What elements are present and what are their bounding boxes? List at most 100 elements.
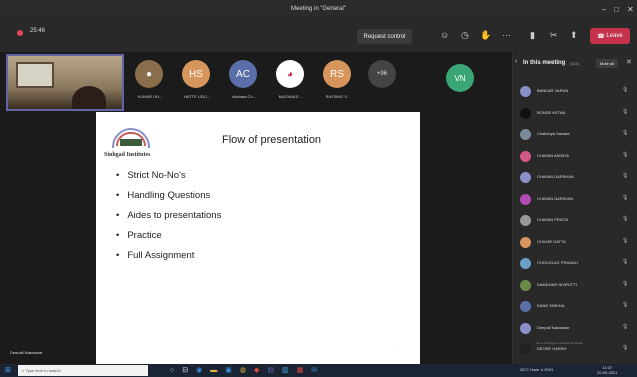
mic-muted-icon[interactable]: 🎙 [622, 195, 628, 201]
mic-muted-icon[interactable]: 🎙 [622, 281, 628, 287]
mic-muted-icon[interactable]: 🎙 [622, 345, 628, 351]
mic-muted-icon[interactable]: 🎙 [622, 324, 628, 330]
participant-name: CHAVAN DARSHAN [537, 174, 574, 179]
bullet-item: Strict No-No’s [116, 170, 221, 181]
taskbar-search[interactable]: ⌕ Type here to search [18, 365, 148, 376]
task-view-icon[interactable]: ○ [170, 365, 174, 376]
participant-row[interactable]: Chaitanya Sawant 🎙 [520, 127, 632, 141]
avatar [520, 258, 531, 269]
participants-icon[interactable]: ☺ [440, 31, 449, 40]
participant-row[interactable]: CHAVAN NARAYAN 🎙 [520, 192, 632, 206]
mic-muted-icon[interactable]: 🎙 [622, 87, 628, 93]
reactions-icon[interactable]: ✋ [480, 31, 491, 40]
slide-page-number: · [397, 347, 399, 352]
more-icon[interactable]: ··· [502, 31, 511, 40]
search-placeholder: Type here to search [25, 368, 61, 373]
file-explorer-icon[interactable]: ▬ [210, 365, 217, 376]
avatar [520, 344, 531, 355]
participant-name: BANKAR VARUN [537, 88, 569, 93]
mic-icon[interactable]: ✂ [550, 31, 558, 40]
participant-tile[interactable]: RS RAYSING S... [308, 60, 368, 110]
teams-icon[interactable]: ▤ [267, 365, 274, 376]
outlook-icon[interactable]: ✉ [311, 365, 317, 376]
self-video-tile[interactable] [6, 54, 124, 111]
bullet-item: Handling Questions [116, 190, 221, 201]
windows-start-icon[interactable]: ⊞ [5, 366, 11, 374]
maximize-button[interactable]: □ [614, 0, 619, 18]
panel-title: In this meeting [523, 60, 566, 66]
participant-row[interactable]: CHAVAN DARSHAN 🎙 [520, 170, 632, 184]
participant-row[interactable]: BANKAR VARUN 🎙 [520, 84, 632, 98]
participant-row[interactable]: DANE SNEHAL 🎙 [520, 299, 632, 313]
avatar [520, 107, 531, 119]
slide-bullets: Strict No-No’s Handling Questions Aides … [116, 170, 221, 270]
self-name-tag: Deepali Nawaskar [10, 350, 43, 355]
participant-row[interactable]: CHOUGULE PRANALI 🎙 [520, 256, 632, 270]
avatar: ● [135, 60, 163, 88]
taskbar-apps: ○ ⊟ ◉ ▬ ▣ ◍ ◆ ▤ ▥ ▦ ✉ [170, 365, 317, 376]
avatar: ◕ [276, 60, 304, 88]
participant-name: CHAVAN PRATIK [537, 217, 569, 222]
participant-name: Chaitanya Sawant [537, 131, 570, 136]
participant-name: BONDE KETAN [537, 109, 566, 115]
request-control-button[interactable]: Request control [357, 29, 412, 44]
avatar: RS [323, 60, 351, 88]
more-participants-button[interactable]: +96 [368, 60, 396, 88]
avatar [520, 129, 531, 140]
participant-row[interactable]: BONDE KETAN 🎙 [520, 106, 632, 120]
mic-muted-icon[interactable]: 🎙 [622, 302, 628, 308]
slide-title: Flow of presentation [222, 134, 322, 146]
person-silhouette [72, 86, 106, 109]
close-window-button[interactable]: ✕ [627, 0, 634, 18]
mic-muted-icon[interactable]: 🎙 [622, 259, 628, 265]
mic-muted-icon[interactable]: 🎙 [622, 216, 628, 222]
mic-muted-icon[interactable]: 🎙 [622, 173, 628, 179]
participant-row[interactable]: DAMDHAR NIVRUTTI 🎙 [520, 278, 632, 292]
app-icon[interactable]: ◆ [254, 365, 259, 376]
bullet-item: Full Assignment [116, 250, 221, 261]
participant-row[interactable]: CHILME DATTA 🎙 [520, 235, 632, 249]
shared-slide: Sinhgad Institutes Flow of presentation … [96, 112, 420, 364]
participant-row[interactable]: CHAVAN PRATIK 🎙 [520, 213, 632, 227]
leave-button[interactable]: ☎ Leave [590, 28, 630, 44]
avatar [520, 301, 531, 312]
avatar [520, 193, 531, 205]
mic-muted-icon[interactable]: 🎙 [622, 109, 628, 115]
participant-name: DEORE HARSH [537, 346, 567, 351]
participant-name: CHAVAN NARAYAN [537, 195, 573, 201]
participant-row[interactable]: Deepali Nawaskar 🎙 [520, 321, 632, 335]
taskbar-clock[interactable]: 11:07 20-09-2021 [597, 365, 617, 375]
participant-name: DAMDHAR NIVRUTTI [537, 281, 577, 287]
share-icon[interactable]: ⬆ [570, 31, 578, 40]
edge-icon[interactable]: ◉ [196, 365, 202, 376]
meeting-timer: 25:46 [30, 28, 46, 34]
chevron-left-icon[interactable]: ‹ [515, 58, 517, 65]
window-title: Meeting in "General" [291, 6, 346, 12]
store-icon[interactable]: ▣ [225, 365, 232, 376]
close-icon[interactable]: ✕ [626, 58, 632, 66]
avatar [520, 215, 531, 226]
avatar [520, 86, 531, 97]
participant-row[interactable]: CHAVAN ANISHA 🎙 [520, 149, 632, 163]
mic-muted-icon[interactable]: 🎙 [622, 130, 628, 136]
camera-icon[interactable]: ▮ [530, 31, 535, 40]
minimize-button[interactable]: – [602, 0, 606, 18]
participant-name: CHILME DATTA [537, 238, 566, 244]
avatar [520, 150, 531, 162]
system-tray[interactable]: 26°C Haze ∧ ENG [520, 367, 553, 372]
mic-muted-icon[interactable]: 🎙 [622, 152, 628, 158]
bullet-item: Practice [116, 230, 221, 241]
avatar [520, 279, 531, 291]
chat-icon[interactable]: ◷ [461, 31, 469, 40]
recording-indicator-icon [17, 30, 23, 36]
chrome-icon[interactable]: ◍ [240, 365, 246, 376]
powerpoint-icon[interactable]: ▦ [297, 365, 304, 376]
meeting-toolbar [0, 18, 637, 52]
widgets-icon[interactable]: ⊟ [182, 365, 188, 376]
avatar [520, 322, 531, 334]
avatar [520, 172, 531, 183]
participant-count: (101) [570, 61, 580, 66]
mute-all-button[interactable]: Mute all [596, 59, 618, 68]
mic-muted-icon[interactable]: 🎙 [622, 238, 628, 244]
word-icon[interactable]: ▥ [282, 365, 289, 376]
